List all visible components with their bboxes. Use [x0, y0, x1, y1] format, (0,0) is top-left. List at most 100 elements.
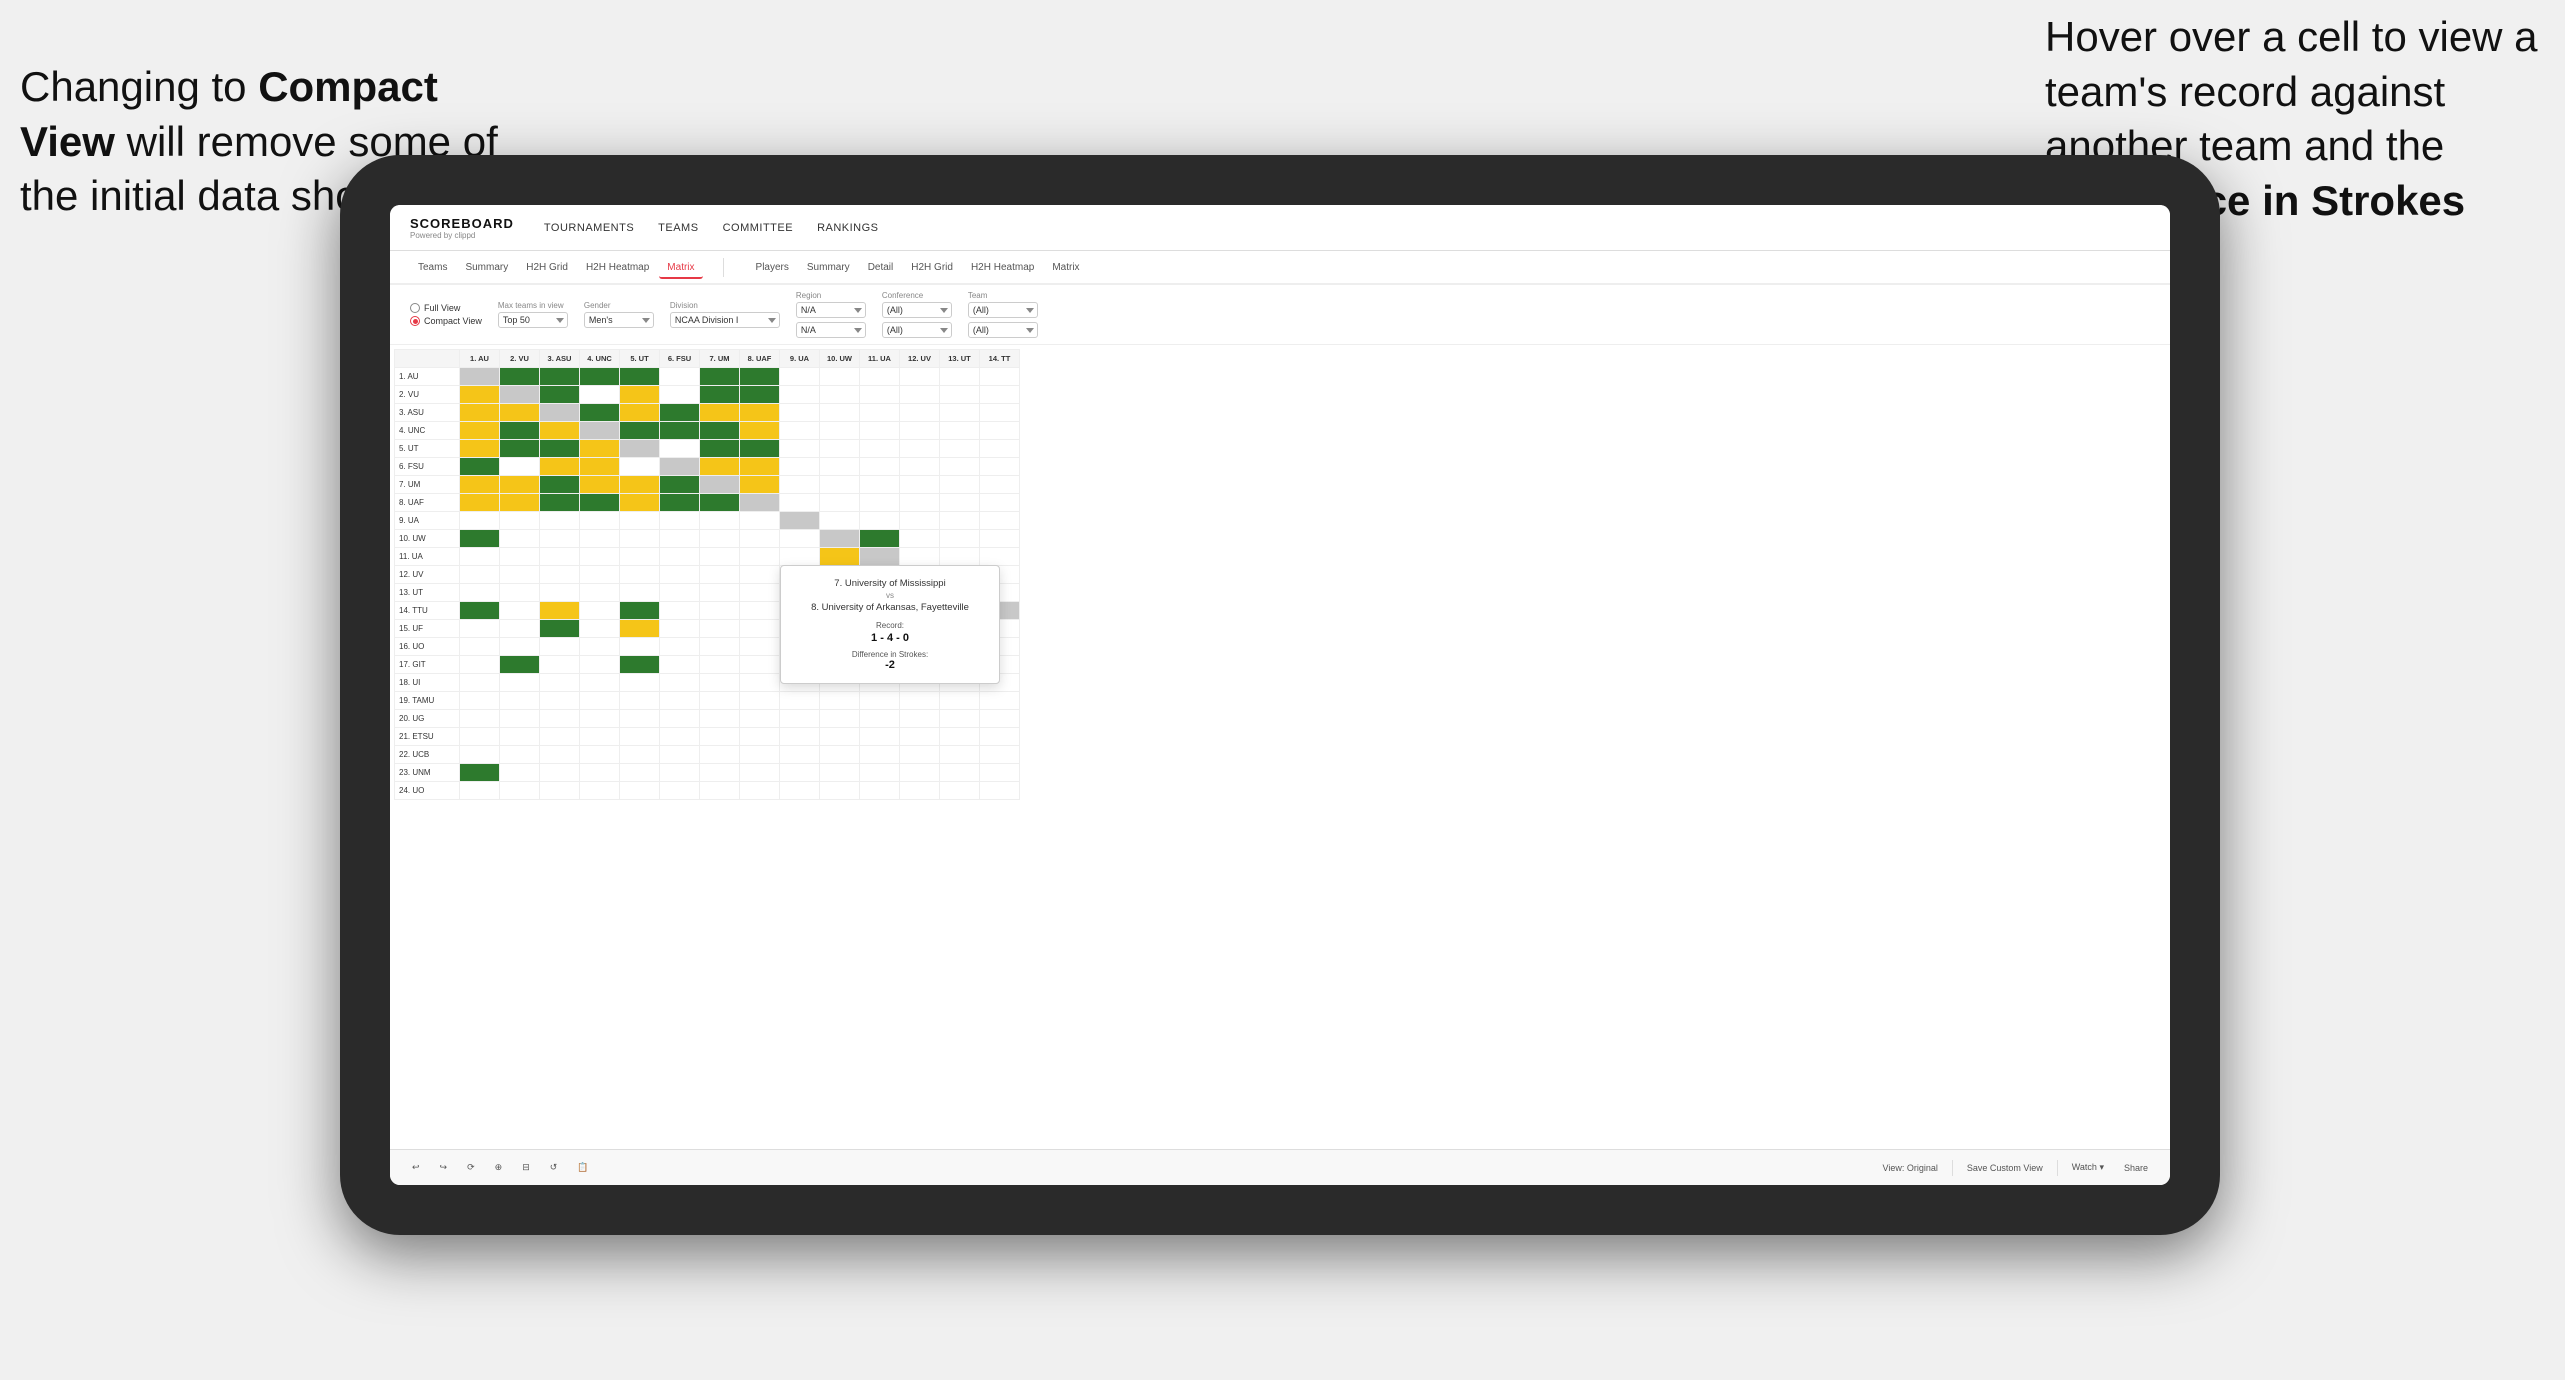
- matrix-cell-22-6[interactable]: [700, 764, 740, 782]
- matrix-cell-10-4[interactable]: [620, 548, 660, 566]
- matrix-cell-4-13[interactable]: [980, 440, 1020, 458]
- matrix-cell-3-3[interactable]: [580, 422, 620, 440]
- matrix-cell-23-6[interactable]: [700, 782, 740, 800]
- matrix-cell-7-1[interactable]: [500, 494, 540, 512]
- matrix-cell-7-13[interactable]: [980, 494, 1020, 512]
- sub-tab-h2h-heatmap-r[interactable]: H2H Heatmap: [963, 258, 1042, 277]
- matrix-cell-2-7[interactable]: [740, 404, 780, 422]
- matrix-cell-8-3[interactable]: [580, 512, 620, 530]
- matrix-cell-7-7[interactable]: [740, 494, 780, 512]
- matrix-cell-12-2[interactable]: [540, 584, 580, 602]
- matrix-cell-0-12[interactable]: [940, 368, 980, 386]
- sub-tab-players[interactable]: Players: [748, 258, 797, 277]
- matrix-cell-10-13[interactable]: [980, 548, 1020, 566]
- matrix-cell-12-5[interactable]: [660, 584, 700, 602]
- matrix-cell-10-0[interactable]: [460, 548, 500, 566]
- zoom-out-btn[interactable]: ⊟: [516, 1159, 536, 1176]
- matrix-cell-19-8[interactable]: [780, 710, 820, 728]
- matrix-cell-15-6[interactable]: [700, 638, 740, 656]
- sub-tab-summary-r[interactable]: Summary: [799, 258, 858, 277]
- matrix-cell-18-6[interactable]: [700, 692, 740, 710]
- matrix-cell-9-12[interactable]: [940, 530, 980, 548]
- matrix-cell-4-3[interactable]: [580, 440, 620, 458]
- matrix-cell-7-12[interactable]: [940, 494, 980, 512]
- matrix-cell-18-7[interactable]: [740, 692, 780, 710]
- matrix-cell-12-4[interactable]: [620, 584, 660, 602]
- matrix-cell-16-2[interactable]: [540, 656, 580, 674]
- matrix-cell-17-0[interactable]: [460, 674, 500, 692]
- matrix-cell-16-7[interactable]: [740, 656, 780, 674]
- full-view-radio[interactable]: Full View: [410, 303, 482, 313]
- matrix-cell-13-6[interactable]: [700, 602, 740, 620]
- matrix-cell-12-3[interactable]: [580, 584, 620, 602]
- matrix-cell-7-10[interactable]: [860, 494, 900, 512]
- sub-tab-matrix[interactable]: Matrix: [659, 258, 702, 279]
- matrix-cell-23-7[interactable]: [740, 782, 780, 800]
- matrix-cell-6-5[interactable]: [660, 476, 700, 494]
- matrix-cell-6-12[interactable]: [940, 476, 980, 494]
- matrix-cell-3-6[interactable]: [700, 422, 740, 440]
- matrix-cell-7-9[interactable]: [820, 494, 860, 512]
- matrix-cell-7-8[interactable]: [780, 494, 820, 512]
- matrix-cell-3-12[interactable]: [940, 422, 980, 440]
- matrix-cell-13-7[interactable]: [740, 602, 780, 620]
- sub-tab-summary[interactable]: Summary: [457, 258, 516, 277]
- matrix-cell-18-13[interactable]: [980, 692, 1020, 710]
- matrix-cell-15-3[interactable]: [580, 638, 620, 656]
- matrix-cell-20-4[interactable]: [620, 728, 660, 746]
- matrix-cell-15-7[interactable]: [740, 638, 780, 656]
- matrix-cell-5-1[interactable]: [500, 458, 540, 476]
- matrix-cell-15-2[interactable]: [540, 638, 580, 656]
- refresh-btn[interactable]: ⟳: [461, 1159, 481, 1176]
- matrix-cell-14-2[interactable]: [540, 620, 580, 638]
- matrix-cell-3-8[interactable]: [780, 422, 820, 440]
- matrix-cell-6-6[interactable]: [700, 476, 740, 494]
- team-select-2[interactable]: (All): [968, 322, 1038, 338]
- matrix-cell-0-13[interactable]: [980, 368, 1020, 386]
- matrix-cell-11-7[interactable]: [740, 566, 780, 584]
- matrix-cell-22-2[interactable]: [540, 764, 580, 782]
- matrix-cell-14-6[interactable]: [700, 620, 740, 638]
- matrix-cell-19-4[interactable]: [620, 710, 660, 728]
- matrix-cell-8-4[interactable]: [620, 512, 660, 530]
- matrix-cell-9-0[interactable]: [460, 530, 500, 548]
- matrix-cell-1-5[interactable]: [660, 386, 700, 404]
- max-teams-select[interactable]: Top 50: [498, 312, 568, 328]
- matrix-cell-22-13[interactable]: [980, 764, 1020, 782]
- matrix-cell-18-10[interactable]: [860, 692, 900, 710]
- matrix-cell-20-13[interactable]: [980, 728, 1020, 746]
- matrix-cell-3-5[interactable]: [660, 422, 700, 440]
- matrix-cell-10-10[interactable]: [860, 548, 900, 566]
- matrix-cell-21-6[interactable]: [700, 746, 740, 764]
- matrix-cell-2-11[interactable]: [900, 404, 940, 422]
- matrix-cell-19-0[interactable]: [460, 710, 500, 728]
- matrix-cell-0-6[interactable]: [700, 368, 740, 386]
- matrix-cell-7-6[interactable]: [700, 494, 740, 512]
- nav-teams[interactable]: TEAMS: [658, 222, 698, 234]
- matrix-cell-8-5[interactable]: [660, 512, 700, 530]
- matrix-cell-20-0[interactable]: [460, 728, 500, 746]
- matrix-cell-13-2[interactable]: [540, 602, 580, 620]
- matrix-cell-23-11[interactable]: [900, 782, 940, 800]
- matrix-cell-7-5[interactable]: [660, 494, 700, 512]
- matrix-cell-0-9[interactable]: [820, 368, 860, 386]
- matrix-cell-0-11[interactable]: [900, 368, 940, 386]
- matrix-cell-9-13[interactable]: [980, 530, 1020, 548]
- region-select-1[interactable]: N/A: [796, 302, 866, 318]
- matrix-cell-9-6[interactable]: [700, 530, 740, 548]
- view-original-btn[interactable]: View: Original: [1877, 1160, 1944, 1176]
- sub-tab-matrix-r[interactable]: Matrix: [1044, 258, 1087, 277]
- matrix-cell-9-1[interactable]: [500, 530, 540, 548]
- matrix-cell-14-7[interactable]: [740, 620, 780, 638]
- matrix-cell-7-3[interactable]: [580, 494, 620, 512]
- reset-btn[interactable]: ↺: [544, 1159, 564, 1176]
- matrix-cell-21-0[interactable]: [460, 746, 500, 764]
- matrix-cell-5-2[interactable]: [540, 458, 580, 476]
- matrix-cell-23-8[interactable]: [780, 782, 820, 800]
- matrix-cell-23-4[interactable]: [620, 782, 660, 800]
- matrix-cell-7-4[interactable]: [620, 494, 660, 512]
- matrix-cell-17-2[interactable]: [540, 674, 580, 692]
- matrix-cell-6-4[interactable]: [620, 476, 660, 494]
- undo-btn[interactable]: ↩: [406, 1159, 426, 1176]
- matrix-cell-22-7[interactable]: [740, 764, 780, 782]
